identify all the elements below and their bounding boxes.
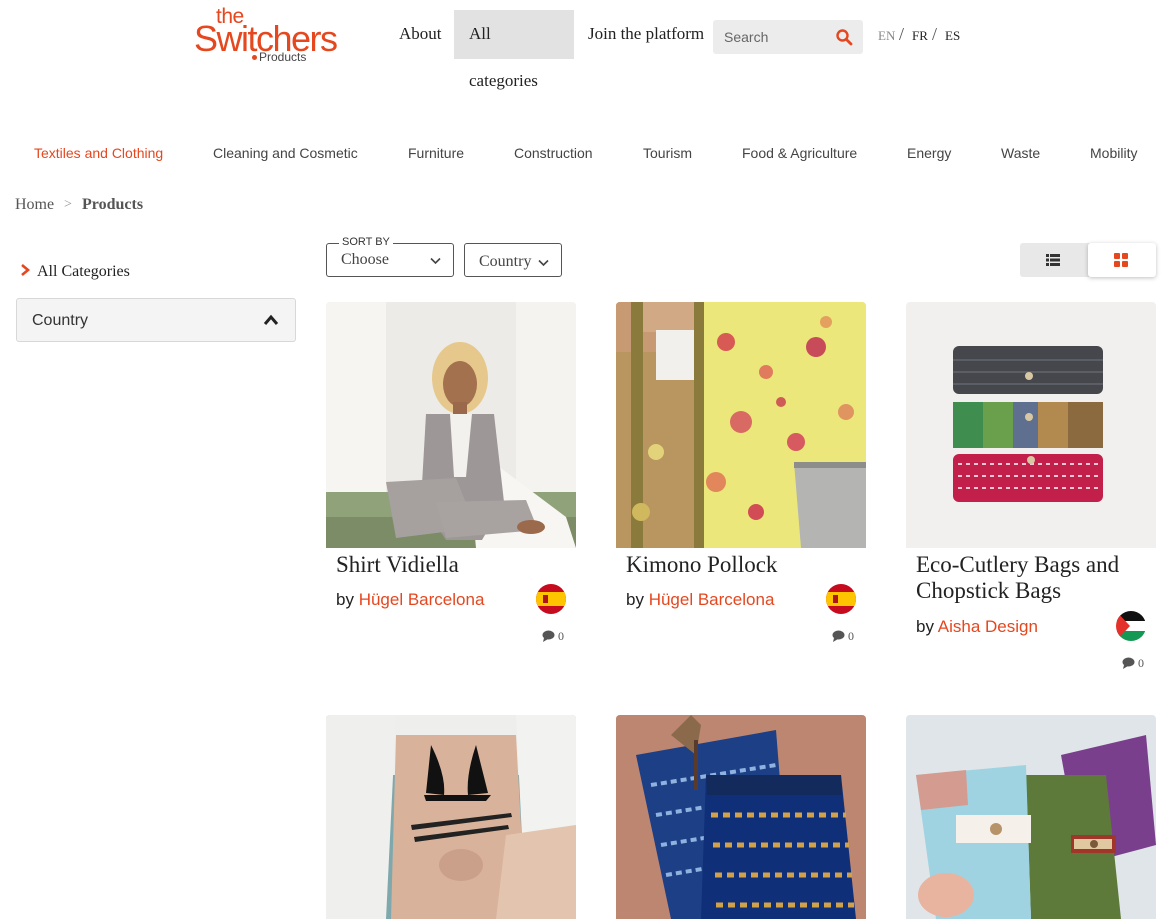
sidebar-all-categories[interactable]: All Categories xyxy=(18,262,130,282)
nav-all-categories[interactable]: All categories xyxy=(454,10,574,90)
category-furniture[interactable]: Furniture xyxy=(408,145,464,161)
category-textiles[interactable]: Textiles and Clothing xyxy=(34,145,163,161)
sort-label: SORT BY xyxy=(339,235,393,249)
country-dropdown-value: Country xyxy=(479,253,532,270)
product-image[interactable] xyxy=(616,715,866,919)
lang-fr[interactable]: FR xyxy=(912,27,928,45)
category-construction[interactable]: Construction xyxy=(514,145,593,161)
product-title[interactable]: Kimono Pollock xyxy=(626,552,861,578)
product-card[interactable]: Eco-Cutlery Bags and Chopstick Bags by A… xyxy=(906,302,1156,682)
nav-about[interactable]: About xyxy=(384,10,457,59)
product-title[interactable]: Shirt Vidiella xyxy=(336,552,571,578)
product-image[interactable] xyxy=(326,715,576,919)
comment-count-value: 0 xyxy=(848,629,854,643)
product-card[interactable]: Kimono Pollock by Hügel Barcelona 0 xyxy=(616,302,866,662)
category-energy[interactable]: Energy xyxy=(907,145,951,161)
search-box xyxy=(713,20,863,54)
comment-count[interactable]: 0 xyxy=(542,629,564,643)
list-view-button[interactable] xyxy=(1020,243,1088,277)
sidebar-all-categories-label: All Categories xyxy=(37,263,130,280)
comment-icon xyxy=(542,630,555,642)
country-filter-toggle[interactable]: Country xyxy=(16,298,296,342)
spain-flag-icon xyxy=(826,584,856,614)
comment-icon xyxy=(832,630,845,642)
category-tourism[interactable]: Tourism xyxy=(643,145,692,161)
chevron-down-icon xyxy=(538,259,549,267)
product-card[interactable]: Shirt Vidiella by Hügel Barcelona 0 xyxy=(326,302,576,662)
sort-dropdown[interactable]: SORT BY Choose xyxy=(326,235,454,277)
comment-count[interactable]: 0 xyxy=(832,629,854,643)
country-filter-label: Country xyxy=(32,312,89,329)
maker-link[interactable]: Hügel Barcelona xyxy=(649,590,775,609)
lang-es[interactable]: ES xyxy=(945,27,960,45)
comment-count-value: 0 xyxy=(1138,656,1144,670)
palestine-flag-icon xyxy=(1116,611,1146,641)
breadcrumb-current: Products xyxy=(82,196,144,213)
category-waste[interactable]: Waste xyxy=(1001,145,1040,161)
search-icon[interactable] xyxy=(835,28,853,46)
comment-icon xyxy=(1122,657,1135,669)
category-cleaning[interactable]: Cleaning and Cosmetic xyxy=(213,145,358,161)
maker-link[interactable]: Aisha Design xyxy=(938,617,1038,636)
product-card[interactable] xyxy=(906,715,1156,919)
view-toggle xyxy=(1020,243,1156,277)
product-image[interactable] xyxy=(906,302,1156,548)
product-maker: by Hügel Barcelona xyxy=(626,589,774,611)
chevron-up-icon xyxy=(263,314,279,325)
lang-separator: / xyxy=(932,24,938,44)
chevron-down-icon xyxy=(430,257,441,265)
grid-icon xyxy=(1114,253,1128,267)
lang-separator: / xyxy=(899,24,905,44)
list-icon xyxy=(1046,254,1060,266)
by-label: by xyxy=(626,590,644,609)
maker-link[interactable]: Hügel Barcelona xyxy=(359,590,485,609)
grid-view-button[interactable] xyxy=(1088,243,1156,277)
category-food[interactable]: Food & Agriculture xyxy=(742,145,857,161)
sort-value: Choose xyxy=(341,251,389,268)
search-input[interactable] xyxy=(713,20,825,54)
product-card[interactable] xyxy=(616,715,866,919)
chevron-right-icon xyxy=(21,264,31,276)
product-image[interactable] xyxy=(326,302,576,548)
logo-sub: Products xyxy=(252,51,306,63)
spain-flag-icon xyxy=(536,584,566,614)
comment-count[interactable]: 0 xyxy=(1122,656,1144,670)
site-logo[interactable]: the Switchers Products xyxy=(194,6,372,64)
by-label: by xyxy=(916,617,934,636)
lang-en[interactable]: EN xyxy=(878,27,895,45)
product-image[interactable] xyxy=(616,302,866,548)
by-label: by xyxy=(336,590,354,609)
product-maker: by Hügel Barcelona xyxy=(336,589,484,611)
country-dropdown[interactable]: Country xyxy=(464,243,562,277)
product-title[interactable]: Eco-Cutlery Bags and Chopstick Bags xyxy=(916,552,1151,604)
comment-count-value: 0 xyxy=(558,629,564,643)
product-maker: by Aisha Design xyxy=(916,616,1038,638)
nav-join-platform[interactable]: Join the platform xyxy=(573,10,719,59)
product-image[interactable] xyxy=(906,715,1156,919)
breadcrumb-separator: > xyxy=(64,197,72,212)
product-card[interactable] xyxy=(326,715,576,919)
category-mobility[interactable]: Mobility xyxy=(1090,145,1137,161)
breadcrumb-home[interactable]: Home xyxy=(15,195,54,215)
